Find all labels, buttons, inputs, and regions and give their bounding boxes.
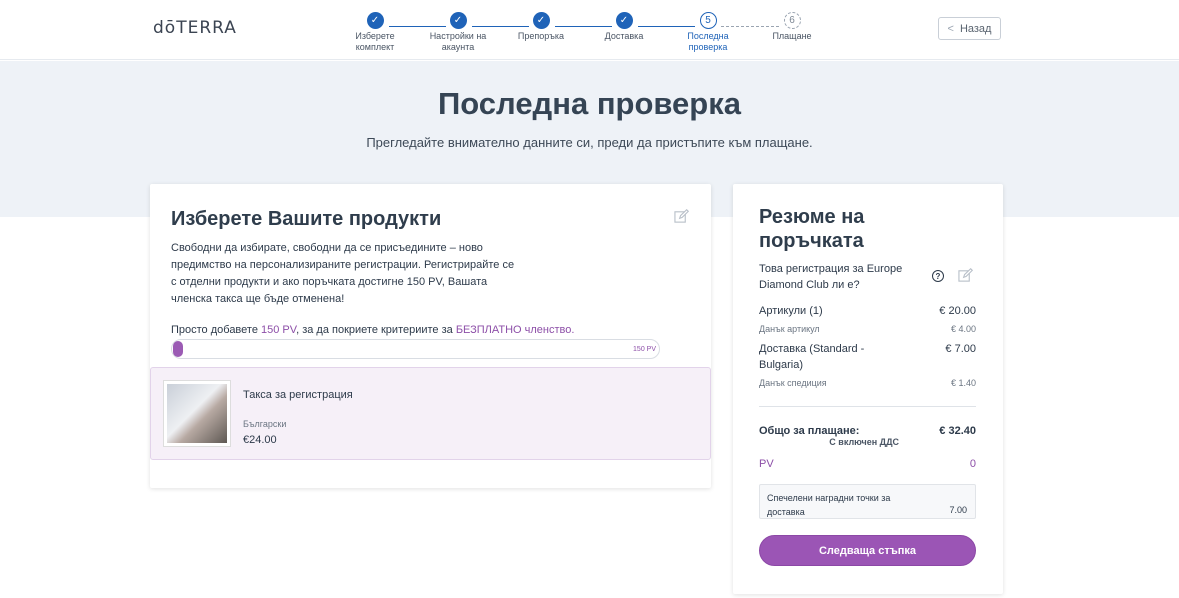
check-icon: ✓ [615,12,633,29]
summary-divider [759,406,976,407]
product-item-language: Български [243,419,287,429]
doterra-logo[interactable]: dōTERRA [153,18,237,38]
reward-points-box: Спечелени наградни точки за доставка 7.0… [759,484,976,519]
check-icon: ✓ [532,12,550,29]
step-label: Доставка [604,31,644,41]
step-2[interactable]: ✓ Настройки на акаунта [418,12,498,53]
pv-progress-bar: 150 PV [171,339,660,359]
vat-note: С включен ДДС [829,437,899,447]
pv-criteria-note: Просто добавете 150 PV, за да покриете к… [171,324,575,336]
checkout-stepper: ✓ Изберете комплект ✓ Настройки на акаун… [346,12,826,56]
step-number: 6 [783,12,801,29]
back-button[interactable]: < Назад [938,17,1001,40]
reward-points-label: Спечелени наградни точки за доставка [767,493,891,517]
products-title: Изберете Вашите продукти [171,208,442,230]
chevron-left-icon: < [947,22,954,35]
help-icon[interactable]: ? [932,270,944,282]
step-label: Плащане [772,31,812,41]
top-header: dōTERRA ✓ Изберете комплект ✓ Настройки … [0,0,1179,60]
diamond-club-question: Това регистрация за Europe Diamond Club … [759,263,903,291]
step-label: Последна проверка [687,31,729,52]
back-button-label: Назад [959,22,992,35]
check-icon: ✓ [449,12,467,29]
pv-progress-label: 150 PV [633,346,656,353]
summary-row-shipping-tax: Данък спедиция € 1.40 [759,378,976,388]
step-4[interactable]: ✓ Доставка [584,12,664,42]
product-item-row: Такса за регистрация Български €24.00 [150,367,711,460]
page-title: Последна проверка [437,86,741,121]
step-3[interactable]: ✓ Препоръка [501,12,581,42]
step-label: Препоръка [517,31,565,41]
check-icon: ✓ [366,12,384,29]
next-step-button[interactable]: Следваща стъпка [759,535,976,566]
summary-row-items: Артикули (1) € 20.00 [759,305,976,317]
step-label: Изберете комплект [355,31,395,52]
step-6: 6 Плащане [752,12,832,42]
reward-points-value: 7.00 [949,505,967,515]
step-number: 5 [699,12,717,29]
order-summary-card: Резюме на поръчката Това регистрация за … [733,184,1003,594]
edit-icon[interactable] [674,209,689,224]
step-5: 5 Последна проверка [668,12,748,53]
products-description: Свободни да избирате, свободни да се при… [171,242,515,305]
products-card: Изберете Вашите продукти Свободни да изб… [150,184,711,488]
step-1[interactable]: ✓ Изберете комплект [335,12,415,53]
product-thumbnail [163,380,231,447]
summary-row-shipping: Доставка (Standard - Bulgaria) € 7.00 [759,343,976,371]
summary-row-pv: PV 0 [759,458,976,470]
product-item-title: Такса за регистрация [243,389,353,401]
page-subtitle: Прегледайте внимателно данните си, преди… [366,135,813,150]
summary-title: Резюме на поръчката [759,206,865,252]
summary-row-items-tax: Данък артикул € 4.00 [759,324,976,334]
step-label: Настройки на акаунта [429,31,487,52]
edit-icon[interactable] [958,268,973,283]
pv-progress-fill [173,341,183,357]
product-item-price: €24.00 [243,434,277,446]
